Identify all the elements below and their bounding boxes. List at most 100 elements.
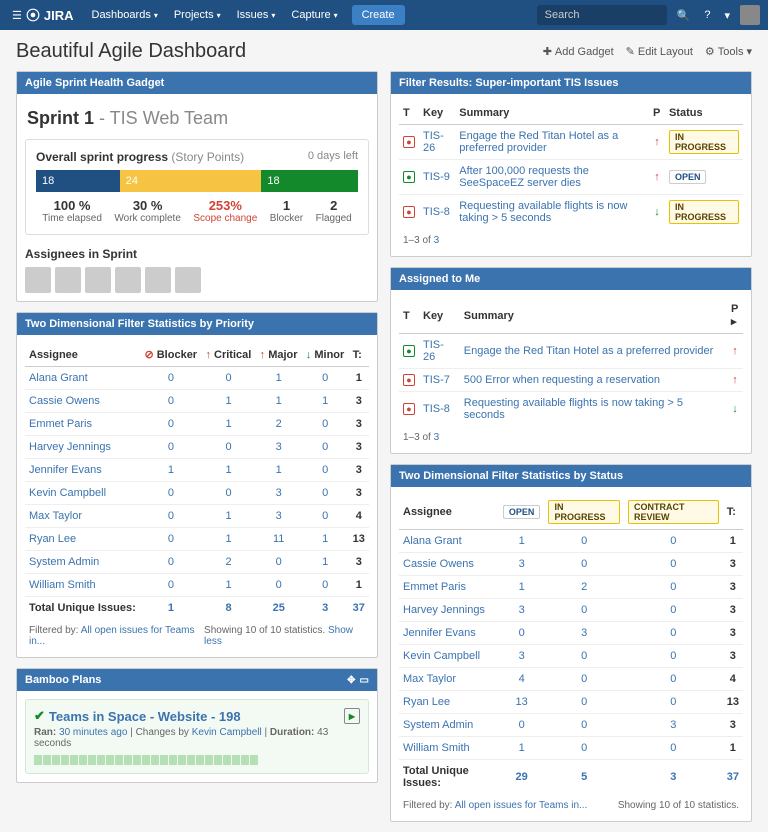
issue-type-icon: ●	[403, 206, 415, 218]
issue-type-icon: ●	[403, 171, 415, 183]
table-row: Cassie Owens01113	[25, 390, 369, 413]
issue-key-link[interactable]: TIS-8	[419, 195, 455, 230]
assignee-link[interactable]: Jennifer Evans	[25, 459, 140, 482]
chevron-down-icon[interactable]: ▾	[720, 9, 734, 22]
table-row: Emmet Paris01203	[25, 413, 369, 436]
priority-icon: ↑	[727, 334, 743, 369]
issue-summary-link[interactable]: Engage the Red Titan Hotel as a preferre…	[455, 125, 649, 160]
table-row: Jennifer Evans0303	[399, 622, 743, 645]
priority-icon: ↑	[727, 369, 743, 392]
status-open-header[interactable]: OPEN	[503, 505, 541, 519]
gadget-title: Filter Results: Super-important TIS Issu…	[399, 77, 618, 89]
nav-item[interactable]: Projects▾	[166, 0, 229, 30]
play-button[interactable]: ▶	[344, 708, 360, 724]
priority-icon: ↑	[649, 125, 665, 160]
issue-type-icon: ●	[403, 374, 415, 386]
issue-summary-link[interactable]: Engage the Red Titan Hotel as a preferre…	[460, 334, 727, 369]
assignee-link[interactable]: Harvey Jennings	[399, 599, 499, 622]
top-nav: ☰ JIRA Dashboards▾Projects▾Issues▾Captur…	[0, 0, 768, 30]
status-contract-header[interactable]: CONTRACT REVIEW	[628, 500, 719, 524]
nav-item[interactable]: Dashboards▾	[84, 0, 166, 30]
table-row: William Smith1001	[399, 737, 743, 760]
issue-summary-link[interactable]: 500 Error when requesting a reservation	[460, 369, 727, 392]
edit-layout-button[interactable]: ✎ Edit Layout	[626, 45, 693, 58]
priority-stats-gadget: Two Dimensional Filter Statistics by Pri…	[16, 312, 378, 658]
table-row: Jennifer Evans11103	[25, 459, 369, 482]
assignee-link[interactable]: Max Taylor	[25, 505, 140, 528]
table-row: Kevin Campbell3003	[399, 645, 743, 668]
status-badge: OPEN	[669, 170, 707, 184]
progress-stat: 2Flagged	[316, 198, 352, 224]
minimize-icon[interactable]: ▭	[360, 675, 369, 686]
table-row: Alana Grant00101	[25, 367, 369, 390]
priority-icon: ↓	[727, 392, 743, 427]
logo[interactable]: JIRA	[26, 8, 74, 23]
assignee-link[interactable]: Alana Grant	[25, 367, 140, 390]
assignee-link[interactable]: Cassie Owens	[25, 390, 140, 413]
issue-key-link[interactable]: TIS-26	[419, 125, 455, 160]
sprint-name: Sprint 1	[27, 108, 94, 128]
assignee-avatar[interactable]	[85, 267, 111, 293]
add-gadget-button[interactable]: ✚ Add Gadget	[543, 45, 614, 58]
user-avatar[interactable]	[740, 5, 760, 25]
bamboo-plan-link[interactable]: Teams in Space - Website - 198	[49, 709, 241, 724]
status-stats-gadget: Two Dimensional Filter Statistics by Sta…	[390, 464, 752, 822]
issue-row: ●TIS-8Requesting available flights is no…	[399, 392, 743, 427]
issue-key-link[interactable]: TIS-9	[419, 160, 455, 195]
issue-key-link[interactable]: TIS-26	[419, 334, 460, 369]
table-row: System Admin0033	[399, 714, 743, 737]
progress-bar: 182418	[36, 170, 358, 192]
table-row: Emmet Paris1203	[399, 576, 743, 599]
issue-summary-link[interactable]: After 100,000 requests the SeeSpaceEZ se…	[455, 160, 649, 195]
issue-summary-link[interactable]: Requesting available flights is now taki…	[460, 392, 727, 427]
assignee-link[interactable]: Emmet Paris	[25, 413, 140, 436]
assignee-avatar[interactable]	[145, 267, 171, 293]
menu-icon[interactable]: ☰	[8, 9, 26, 22]
filter-link[interactable]: All open issues for Teams in...	[455, 800, 588, 811]
search-icon[interactable]: 🔍	[673, 9, 695, 22]
assignee-link[interactable]: System Admin	[25, 551, 140, 574]
assignee-link[interactable]: Alana Grant	[399, 530, 499, 553]
page-title: Beautiful Agile Dashboard	[16, 40, 246, 63]
assignee-link[interactable]: Max Taylor	[399, 668, 499, 691]
assignee-link[interactable]: Ryan Lee	[399, 691, 499, 714]
critical-icon: ↑	[205, 349, 211, 361]
nav-item[interactable]: Issues▾	[229, 0, 284, 30]
assignee-link[interactable]: Kevin Campbell	[399, 645, 499, 668]
col-assignee[interactable]: Assignee	[25, 343, 140, 367]
gadget-title: Agile Sprint Health Gadget	[25, 77, 164, 89]
progress-segment: 24	[120, 170, 262, 192]
status-progress-header[interactable]: IN PROGRESS	[548, 500, 620, 524]
assignee-avatar[interactable]	[115, 267, 141, 293]
assignee-avatar[interactable]	[25, 267, 51, 293]
assignee-avatar[interactable]	[175, 267, 201, 293]
issue-key-link[interactable]: TIS-8	[419, 392, 460, 427]
issue-key-link[interactable]: TIS-7	[419, 369, 460, 392]
logo-text: JIRA	[44, 8, 74, 23]
minor-icon: ↓	[306, 349, 312, 361]
assignee-link[interactable]: Ryan Lee	[25, 528, 140, 551]
progress-stat: 30 %Work complete	[114, 198, 181, 224]
issue-type-icon: ●	[403, 345, 415, 357]
move-icon[interactable]: ✥	[347, 675, 355, 686]
search-input[interactable]	[537, 5, 667, 25]
assignee-avatar[interactable]	[55, 267, 81, 293]
issue-summary-link[interactable]: Requesting available flights is now taki…	[455, 195, 649, 230]
help-icon[interactable]: ?	[700, 9, 714, 21]
assignee-link[interactable]: Emmet Paris	[399, 576, 499, 599]
assignee-link[interactable]: Kevin Campbell	[25, 482, 140, 505]
assignee-link[interactable]: Cassie Owens	[399, 553, 499, 576]
assignee-link[interactable]: Harvey Jennings	[25, 436, 140, 459]
assignee-link[interactable]: System Admin	[399, 714, 499, 737]
assignee-link[interactable]: William Smith	[25, 574, 140, 597]
gadget-title: Bamboo Plans	[25, 674, 101, 686]
progress-segment: 18	[36, 170, 120, 192]
assignee-link[interactable]: Jennifer Evans	[399, 622, 499, 645]
tools-button[interactable]: ⚙ Tools ▾	[705, 45, 752, 58]
assignee-link[interactable]: William Smith	[399, 737, 499, 760]
nav-item[interactable]: Capture▾	[283, 0, 345, 30]
issue-type-icon: ●	[403, 136, 415, 148]
page-header: Beautiful Agile Dashboard ✚ Add Gadget ✎…	[16, 40, 752, 63]
issue-row: ● TIS-26Engage the Red Titan Hotel as a p…	[399, 125, 743, 160]
create-button[interactable]: Create	[352, 5, 405, 25]
